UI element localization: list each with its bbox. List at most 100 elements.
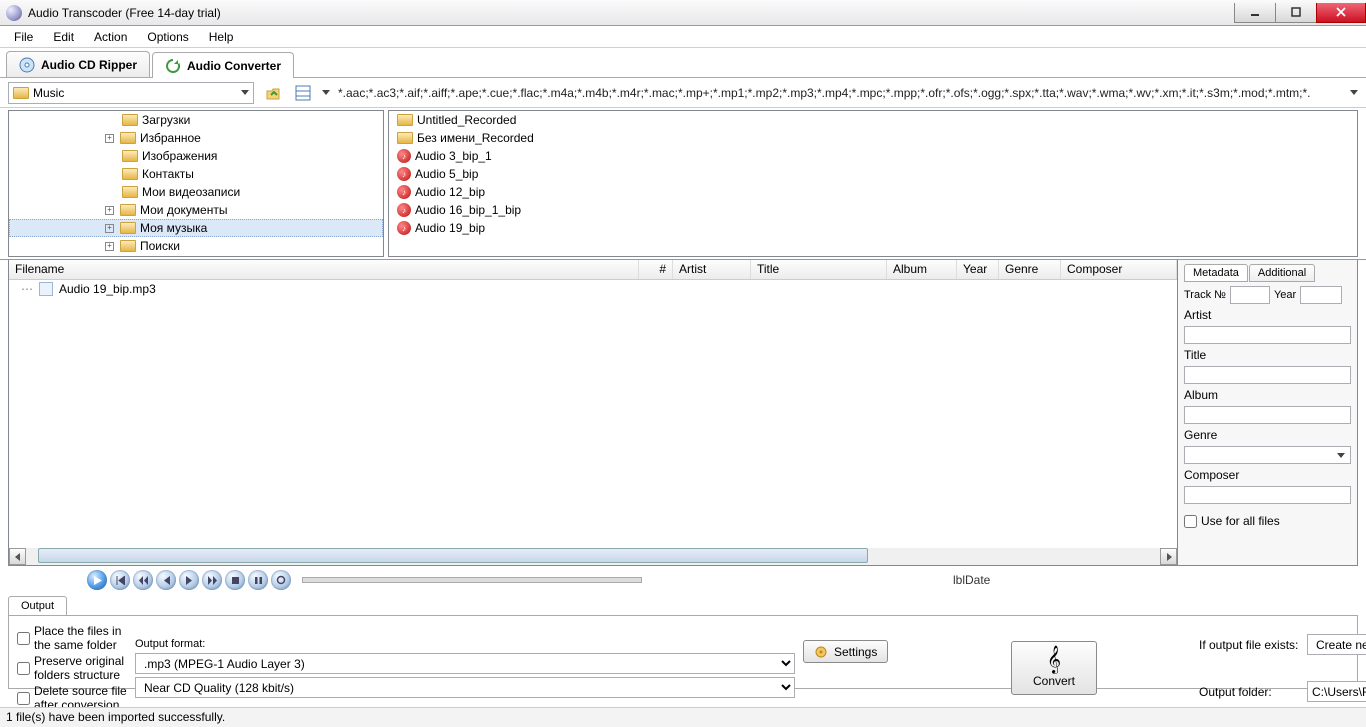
menu-help[interactable]: Help <box>199 28 244 46</box>
settings-button[interactable]: Settings <box>803 640 888 663</box>
select-output-quality[interactable]: Near CD Quality (128 kbit/s) <box>135 677 795 698</box>
select-output-format[interactable]: .mp3 (MPEG-1 Audio Layer 3) <box>135 653 795 674</box>
checkbox-delete-source[interactable] <box>17 692 30 705</box>
folder-path-text: Music <box>33 86 64 100</box>
tree-item[interactable]: Загрузки <box>9 111 383 129</box>
select-if-exists[interactable]: Create new file <box>1307 634 1366 655</box>
rewind-button[interactable] <box>133 570 153 590</box>
input-album[interactable] <box>1184 406 1351 424</box>
scroll-right-button[interactable] <box>1160 548 1177 565</box>
seek-bar[interactable] <box>302 577 642 583</box>
genre-dropdown-icon[interactable] <box>1337 453 1345 458</box>
input-title[interactable] <box>1184 366 1351 384</box>
tab-audio-converter[interactable]: Audio Converter <box>152 52 294 78</box>
input-genre[interactable] <box>1184 446 1351 464</box>
checkbox-same-folder[interactable] <box>17 632 30 645</box>
tab-audio-converter-label: Audio Converter <box>187 59 281 73</box>
folder-icon <box>122 114 138 126</box>
view-dropdown-icon[interactable] <box>322 90 330 95</box>
input-composer[interactable] <box>1184 486 1351 504</box>
tab-metadata[interactable]: Metadata <box>1184 264 1248 282</box>
file-item[interactable]: ♪Audio 12_bip <box>389 183 1357 201</box>
next-button[interactable] <box>179 570 199 590</box>
view-mode-button[interactable] <box>292 82 314 104</box>
filter-dropdown-icon[interactable] <box>1350 90 1358 95</box>
prev-button[interactable] <box>156 570 176 590</box>
input-artist[interactable] <box>1184 326 1351 344</box>
scroll-track[interactable] <box>26 548 1160 565</box>
checkbox-preserve[interactable] <box>17 662 30 675</box>
forward-button[interactable] <box>202 570 222 590</box>
tree-item-label: Мои видеозаписи <box>142 185 240 199</box>
file-item[interactable]: ♪Audio 19_bip <box>389 219 1357 237</box>
folder-icon <box>122 168 138 180</box>
col-artist[interactable]: Artist <box>673 260 751 279</box>
tree-item[interactable]: +Моя музыка <box>9 219 383 237</box>
folder-path-box[interactable]: Music <box>8 82 254 104</box>
close-button[interactable] <box>1316 3 1366 23</box>
tree-item[interactable]: Изображения <box>9 147 383 165</box>
expander-icon[interactable]: + <box>105 242 114 251</box>
col-filename[interactable]: Filename <box>9 260 639 279</box>
convert-button[interactable]: 𝄞 Convert <box>1011 641 1097 695</box>
stop-button[interactable] <box>225 570 245 590</box>
label-composer: Composer <box>1184 468 1351 482</box>
scroll-left-button[interactable] <box>9 548 26 565</box>
tree-item[interactable]: Контакты <box>9 165 383 183</box>
tree-item[interactable]: +Мои документы <box>9 201 383 219</box>
tree-item[interactable]: Мои видеозаписи <box>9 183 383 201</box>
tree-item[interactable]: +Избранное <box>9 129 383 147</box>
play-button[interactable] <box>87 570 107 590</box>
file-list[interactable]: Untitled_RecordedБез имени_Recorded♪Audi… <box>388 110 1358 257</box>
input-trackno[interactable] <box>1230 286 1270 304</box>
expand-icon[interactable]: ⋯ <box>21 282 33 296</box>
pause-button[interactable] <box>248 570 268 590</box>
col-composer[interactable]: Composer <box>1061 260 1177 279</box>
checkbox-use-all[interactable] <box>1184 515 1197 528</box>
tree-item[interactable]: +Поиски <box>9 237 383 255</box>
file-item-label: Audio 12_bip <box>415 185 485 199</box>
scroll-thumb[interactable] <box>38 548 868 563</box>
minimize-button[interactable] <box>1234 3 1276 23</box>
input-output-folder[interactable] <box>1307 681 1366 702</box>
menu-bar: File Edit Action Options Help <box>0 26 1366 48</box>
queue-header: Filename # Artist Title Album Year Genre… <box>9 260 1177 280</box>
chevron-down-icon[interactable] <box>241 90 249 95</box>
menu-edit[interactable]: Edit <box>43 28 84 46</box>
expander-icon[interactable]: + <box>105 206 114 215</box>
menu-options[interactable]: Options <box>137 28 198 46</box>
col-year[interactable]: Year <box>957 260 999 279</box>
menu-file[interactable]: File <box>4 28 43 46</box>
col-title[interactable]: Title <box>751 260 887 279</box>
menu-action[interactable]: Action <box>84 28 137 46</box>
input-year[interactable] <box>1300 286 1342 304</box>
tab-cd-ripper[interactable]: Audio CD Ripper <box>6 51 150 77</box>
skip-back-button[interactable] <box>110 570 130 590</box>
file-item[interactable]: ♪Audio 3_bip_1 <box>389 147 1357 165</box>
path-bar: Music *.aac;*.ac3;*.aif;*.aiff;*.ape;*.c… <box>0 78 1366 108</box>
file-item[interactable]: ♪Audio 5_bip <box>389 165 1357 183</box>
up-folder-button[interactable] <box>262 82 284 104</box>
queue-row[interactable]: ⋯Audio 19_bip.mp3 <box>9 280 1177 298</box>
file-item[interactable]: Untitled_Recorded <box>389 111 1357 129</box>
folder-icon <box>120 222 136 234</box>
label-title: Title <box>1184 348 1351 362</box>
maximize-button[interactable] <box>1275 3 1317 23</box>
col-genre[interactable]: Genre <box>999 260 1061 279</box>
tab-output[interactable]: Output <box>8 596 67 615</box>
tree-item-label: Изображения <box>142 149 217 163</box>
tab-additional[interactable]: Additional <box>1249 264 1315 282</box>
col-number[interactable]: # <box>639 260 673 279</box>
folder-tree[interactable]: Загрузки+Избранное Изображения Контакты Мои… <box>8 110 384 257</box>
label-album: Album <box>1184 388 1351 402</box>
file-item[interactable]: ♪Audio 16_bip_1_bip <box>389 201 1357 219</box>
expander-icon[interactable]: + <box>105 224 114 233</box>
refresh-icon <box>165 58 181 74</box>
loop-button[interactable] <box>271 570 291 590</box>
expander-icon[interactable]: + <box>105 134 114 143</box>
horizontal-scrollbar[interactable] <box>9 548 1177 565</box>
folder-icon <box>120 240 136 252</box>
file-item[interactable]: Без имени_Recorded <box>389 129 1357 147</box>
col-album[interactable]: Album <box>887 260 957 279</box>
queue-list[interactable]: ⋯Audio 19_bip.mp3 <box>9 280 1177 548</box>
